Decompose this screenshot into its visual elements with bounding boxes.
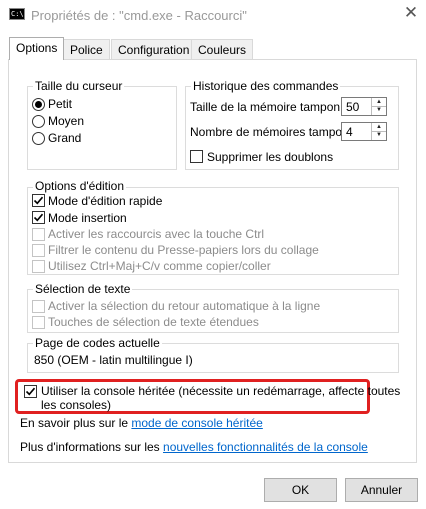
legacy-console-label-line1: Utiliser la console héritée (nécessite u…: [41, 384, 401, 398]
buffer-size-spinner[interactable]: 50 ▲ ▼: [341, 97, 387, 116]
wrap-selection-label: Activer la sélection du retour automatiq…: [48, 299, 321, 313]
buffer-count-spinner[interactable]: 4 ▲ ▼: [341, 122, 387, 141]
codepage-legend: Page de codes actuelle: [33, 336, 162, 350]
checkmark-icon: [33, 213, 44, 222]
tab-label: Couleurs: [198, 43, 247, 57]
edit-options-legend: Options d'édition: [33, 179, 127, 193]
tab-police[interactable]: Police: [63, 39, 110, 59]
tab-options[interactable]: Options: [9, 37, 65, 60]
discard-duplicates-checkbox[interactable]: [190, 150, 203, 163]
buffer-count-label: Nombre de mémoires tampon :: [190, 125, 356, 139]
quick-edit-checkbox[interactable]: [32, 194, 45, 207]
tab-configuration[interactable]: Configuration: [111, 39, 197, 59]
radio-petit[interactable]: [32, 98, 45, 111]
buffer-size-value: 50: [346, 100, 360, 114]
learn-more-prefix: En savoir plus sur le: [20, 416, 132, 430]
more-info-text: Plus d'informations sur les nouvelles fo…: [20, 440, 368, 454]
legacy-console-label-line2: les consoles): [41, 398, 112, 412]
console-app-icon: C:\.: [9, 8, 28, 20]
discard-duplicates-label: Supprimer les doublons: [207, 150, 334, 164]
spinner-arrows: ▲ ▼: [371, 98, 386, 115]
new-features-link[interactable]: nouvelles fonctionnalités de la console: [163, 440, 368, 454]
spinner-down-icon[interactable]: ▼: [372, 131, 386, 139]
history-legend: Historique des commandes: [191, 79, 341, 93]
codepage-value: 850 (OEM - latin multilingue I): [34, 353, 193, 367]
learn-more-text: En savoir plus sur le mode de console hé…: [20, 416, 263, 430]
title-bar: C:\. Propriétés de : "cmd.exe - Raccourc…: [0, 0, 426, 32]
tab-label: Configuration: [118, 43, 190, 57]
extended-keys-checkbox: [32, 316, 45, 329]
cancel-button[interactable]: Annuler: [345, 478, 418, 502]
ctrl-shortcuts-checkbox: [32, 228, 45, 241]
more-info-prefix: Plus d'informations sur les: [20, 440, 164, 454]
radio-petit-label: Petit: [48, 97, 73, 111]
buffer-count-value: 4: [346, 125, 353, 139]
radio-selected-dot: [35, 101, 42, 108]
ctrl-shortcuts-label: Activer les raccourcis avec la touche Ct…: [48, 227, 265, 241]
close-icon[interactable]: ✕: [401, 3, 421, 23]
buffer-size-label: Taille de la mémoire tampon :: [190, 100, 347, 114]
legacy-console-link[interactable]: mode de console héritée: [131, 416, 262, 430]
checkmark-icon: [33, 196, 44, 205]
ctrl-shift-cv-label: Utilisez Ctrl+Maj+C/v comme copier/colle…: [48, 259, 271, 273]
insert-mode-checkbox[interactable]: [32, 211, 45, 224]
cursor-size-legend: Taille du curseur: [33, 79, 125, 93]
checkmark-icon: [25, 387, 36, 396]
filter-clipboard-checkbox: [32, 244, 45, 257]
wrap-selection-checkbox: [32, 300, 45, 313]
extended-keys-label: Touches de sélection de texte étendues: [48, 315, 259, 329]
quick-edit-label: Mode d'édition rapide: [48, 194, 163, 208]
radio-moyen[interactable]: [32, 115, 45, 128]
legacy-console-checkbox[interactable]: [24, 385, 37, 398]
tab-label: Options: [16, 41, 58, 55]
window-title: Propriétés de : "cmd.exe - Raccourci": [31, 8, 247, 23]
radio-grand-label: Grand: [48, 131, 82, 145]
text-selection-legend: Sélection de texte: [33, 282, 133, 296]
ctrl-shift-cv-checkbox: [32, 260, 45, 273]
filter-clipboard-label: Filtrer le contenu du Presse-papiers lor…: [48, 243, 319, 257]
spinner-down-icon[interactable]: ▼: [372, 106, 386, 114]
radio-grand[interactable]: [32, 132, 45, 145]
tab-couleurs[interactable]: Couleurs: [191, 39, 254, 59]
ok-button[interactable]: OK: [264, 478, 337, 502]
spinner-arrows: ▲ ▼: [371, 123, 386, 140]
tab-label: Police: [70, 43, 103, 57]
insert-mode-label: Mode insertion: [48, 211, 127, 225]
radio-moyen-label: Moyen: [48, 114, 85, 128]
